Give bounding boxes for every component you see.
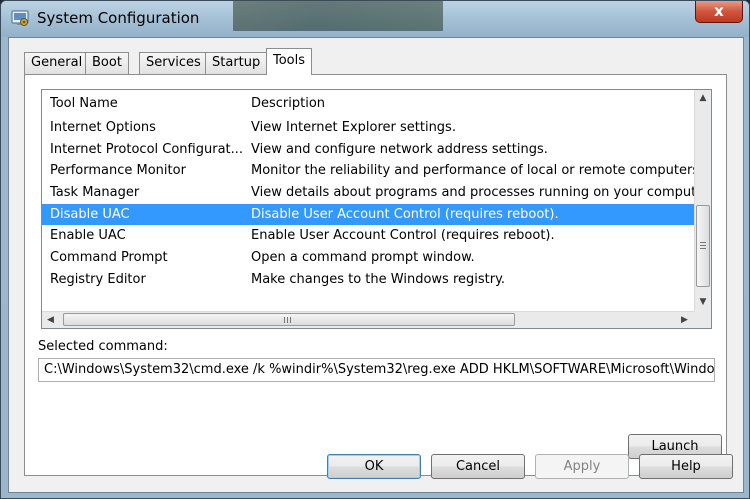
help-button[interactable]: Help	[639, 454, 733, 479]
list-item[interactable]: Enable UAC Enable User Account Control (…	[42, 225, 694, 247]
selected-command-label: Selected command:	[38, 339, 168, 354]
tool-name: Enable UAC	[50, 228, 126, 244]
tools-list[interactable]: Tool Name Description Internet Options V…	[41, 89, 712, 329]
list-item[interactable]: Internet Protocol Configurat... View and…	[42, 139, 694, 161]
tab-boot[interactable]: Boot	[85, 52, 129, 74]
list-item[interactable]: Task Manager View details about programs…	[42, 182, 711, 204]
ok-button[interactable]: OK	[327, 454, 421, 479]
grip-line	[700, 248, 706, 249]
scroll-right-icon[interactable]: ▶	[676, 312, 693, 328]
system-configuration-icon	[11, 10, 29, 26]
selected-command-field[interactable]: C:\Windows\System32\cmd.exe /k %windir%\…	[38, 358, 715, 382]
scrollbar-corner	[694, 311, 711, 328]
cancel-button[interactable]: Cancel	[431, 454, 525, 479]
close-button[interactable]: x	[695, 1, 743, 23]
tab-tools[interactable]: Tools	[266, 48, 313, 75]
dialog-client-area: General Boot Services Startup Tools Tool…	[8, 37, 744, 493]
tool-description: View and configure network address setti…	[251, 141, 548, 157]
tool-name: Internet Protocol Configurat...	[50, 141, 244, 157]
horizontal-scroll-thumb[interactable]	[63, 313, 515, 326]
tool-description: Open a command prompt window.	[251, 250, 475, 266]
tab-services[interactable]: Services	[139, 52, 208, 74]
tool-name: Task Manager	[50, 185, 140, 201]
list-item[interactable]: Performance Monitor Monitor the reliabil…	[42, 160, 703, 182]
tab-general[interactable]: General	[24, 52, 90, 74]
vertical-scrollbar[interactable]: ▲ ▼	[694, 90, 711, 311]
grip-line	[700, 242, 706, 243]
apply-button[interactable]: Apply	[535, 454, 629, 479]
scroll-left-icon[interactable]: ◀	[42, 312, 59, 328]
tool-name: Command Prompt	[50, 250, 168, 266]
list-item-selected[interactable]: Disable UAC Disable User Account Control…	[42, 203, 694, 226]
tab-startup[interactable]: Startup	[205, 52, 268, 74]
vertical-scroll-thumb[interactable]	[696, 205, 710, 287]
grip-line	[284, 317, 285, 323]
background-window-strip	[233, 1, 443, 31]
tool-description: Disable User Account Control (requires r…	[251, 206, 559, 222]
column-header-description[interactable]: Description	[251, 96, 325, 111]
list-item[interactable]: Internet Options View Internet Explorer …	[42, 117, 694, 139]
system-configuration-window: System Configuration x General Boot Serv…	[0, 0, 750, 499]
list-header: Tool Name Description	[42, 90, 694, 117]
tool-name: Performance Monitor	[50, 163, 186, 179]
list-item[interactable]: Registry Editor Make changes to the Wind…	[42, 269, 694, 291]
tool-description: Monitor the reliability and performance …	[251, 163, 704, 179]
tool-description: View Internet Explorer settings.	[251, 120, 456, 135]
title-bar[interactable]: System Configuration x	[1, 1, 749, 37]
grip-line	[287, 317, 288, 323]
list-rows: Internet Options View Internet Explorer …	[42, 117, 711, 291]
tool-description: Make changes to the Windows registry.	[251, 271, 506, 287]
horizontal-scrollbar[interactable]: ◀ ▶	[42, 311, 694, 328]
list-item[interactable]: Command Prompt Open a command prompt win…	[42, 247, 694, 269]
close-icon: x	[714, 2, 724, 20]
scroll-up-icon[interactable]: ▲	[695, 90, 711, 107]
tool-name: Disable UAC	[50, 206, 130, 222]
scroll-down-icon[interactable]: ▼	[695, 294, 711, 311]
tool-description: Enable User Account Control (requires re…	[251, 228, 555, 244]
tool-description: View details about programs and processe…	[251, 185, 712, 201]
tool-name: Internet Options	[50, 120, 156, 135]
tool-name: Registry Editor	[50, 271, 146, 287]
grip-line	[700, 245, 706, 246]
tools-tab-panel: Tool Name Description Internet Options V…	[24, 74, 727, 476]
window-title: System Configuration	[37, 9, 200, 27]
grip-line	[290, 317, 291, 323]
column-header-tool-name[interactable]: Tool Name	[50, 96, 118, 111]
